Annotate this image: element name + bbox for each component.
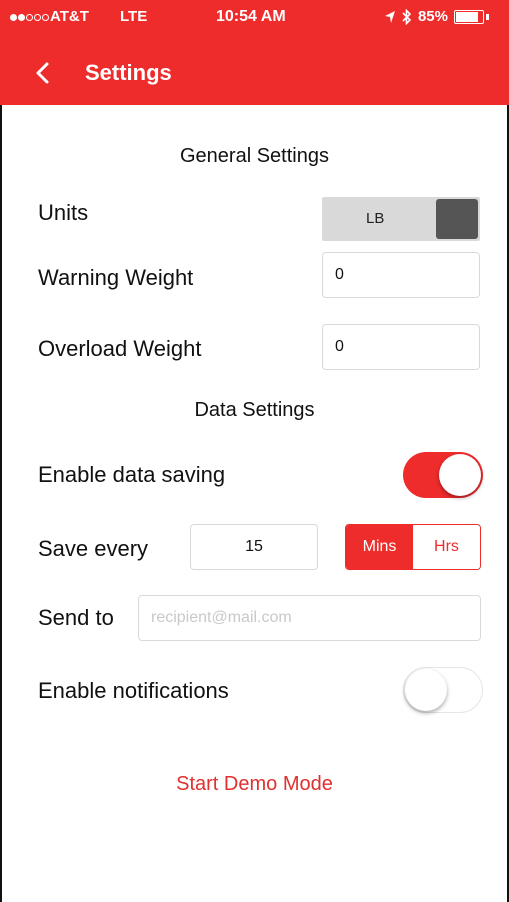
signal-strength-icon — [10, 8, 50, 25]
page-title: Settings — [85, 60, 172, 85]
segment-hrs[interactable]: Hrs — [413, 525, 480, 569]
back-chevron-icon[interactable] — [28, 58, 58, 88]
warning-weight-field[interactable] — [322, 252, 480, 298]
enable-data-saving-switch[interactable] — [403, 452, 483, 498]
save-every-field[interactable] — [190, 524, 318, 570]
switch-thumb — [405, 669, 447, 711]
battery-icon — [454, 9, 484, 24]
send-to-label: Send to — [38, 605, 114, 630]
overload-weight-label: Overload Weight — [38, 336, 202, 361]
status-time: 10:54 AM — [216, 8, 286, 25]
save-every-input[interactable] — [191, 538, 317, 556]
start-demo-mode-button[interactable]: Start Demo Mode — [0, 773, 509, 796]
overload-weight-input[interactable] — [335, 338, 479, 356]
units-toggle-knob — [436, 199, 478, 239]
units-value: LB — [366, 210, 385, 227]
send-to-field[interactable] — [138, 595, 481, 641]
enable-notifications-label: Enable notifications — [38, 678, 229, 703]
location-arrow-icon — [384, 10, 395, 23]
network-type: LTE — [120, 8, 148, 25]
switch-thumb — [439, 454, 481, 496]
bluetooth-icon — [402, 8, 412, 25]
warning-weight-label: Warning Weight — [38, 265, 194, 290]
warning-weight-input[interactable] — [335, 266, 479, 284]
interval-unit-segmented-control[interactable]: Mins Hrs — [345, 524, 481, 570]
carrier-name: AT&T — [50, 8, 89, 25]
enable-notifications-switch[interactable] — [403, 667, 483, 713]
app-header: AT&T LTE 10:54 AM 85% Settings — [0, 0, 509, 105]
battery-percent: 85% — [417, 8, 448, 25]
overload-weight-field[interactable] — [322, 324, 480, 370]
data-settings-heading: Data Settings — [194, 399, 315, 421]
enable-data-saving-label: Enable data saving — [38, 462, 226, 487]
save-every-label: Save every — [38, 536, 149, 561]
status-right-group: 85% — [384, 8, 489, 25]
units-label: Units — [38, 200, 89, 225]
units-toggle[interactable]: LB — [322, 197, 480, 241]
general-settings-heading: General Settings — [180, 145, 329, 167]
phone-frame — [0, 0, 509, 902]
status-bar: AT&T LTE 10:54 AM 85% — [0, 8, 509, 34]
segment-mins[interactable]: Mins — [346, 525, 413, 569]
send-to-input[interactable] — [151, 609, 480, 627]
